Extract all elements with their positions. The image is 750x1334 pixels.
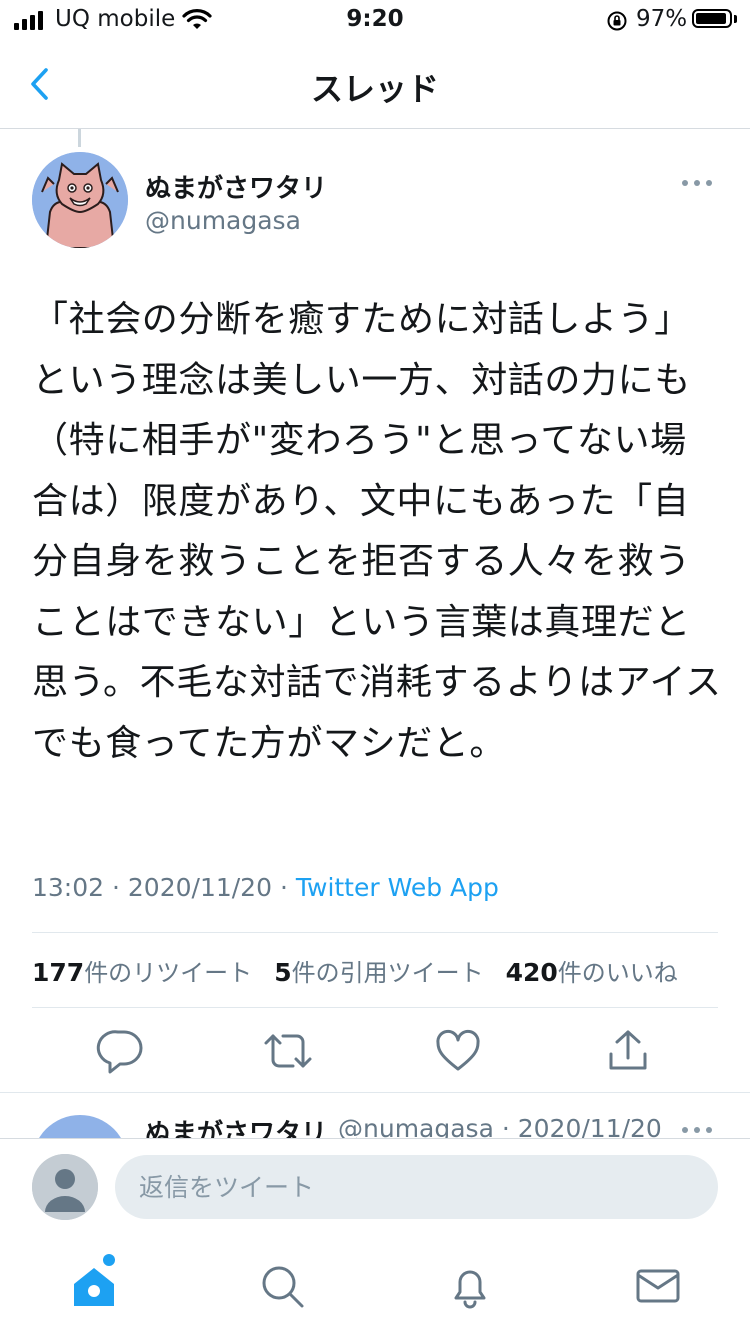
quotes-label: 件の引用ツイート — [291, 959, 484, 987]
orientation-lock-icon — [607, 11, 627, 31]
avatar[interactable] — [32, 1115, 128, 1138]
thread-connector — [78, 129, 81, 147]
reply-input[interactable] — [115, 1155, 718, 1219]
avatar[interactable] — [32, 152, 128, 248]
tweet-text: 「社会の分断を癒すために対話しよう」という理念は美しい一方、対話の力にも（特に相… — [32, 299, 722, 764]
author-name[interactable]: ぬまがさワタリ — [145, 168, 327, 205]
tweet-time: 13:02 — [32, 873, 105, 902]
battery-percent: 97% — [636, 6, 688, 32]
next-author-name: ぬまがさワタリ — [145, 1119, 328, 1138]
author-handle[interactable]: @numagasa — [145, 206, 301, 235]
default-profile-icon — [32, 1154, 98, 1220]
battery-icon — [692, 9, 732, 28]
more-options-icon[interactable] — [682, 180, 712, 186]
next-tweet-meta: @numagasa · 2020/11/20 — [338, 1114, 662, 1138]
tweet-source-link[interactable]: Twitter Web App — [296, 873, 499, 902]
like-icon[interactable] — [433, 1028, 483, 1074]
more-options-icon[interactable] — [682, 1127, 712, 1133]
tweet-meta: 13:02 · 2020/11/20 · Twitter Web App — [32, 873, 499, 902]
meta-separator: · — [112, 873, 120, 902]
messages-icon[interactable] — [634, 1262, 682, 1310]
likes-count: 420 — [505, 958, 558, 987]
battery-tip — [734, 15, 737, 23]
likes-stat[interactable]: 420件のいいね — [506, 953, 678, 988]
quotes-stat[interactable]: 5件の引用ツイート — [274, 953, 483, 988]
reply-icon[interactable] — [96, 1028, 146, 1074]
retweets-label: 件のリツイート — [84, 959, 253, 987]
home-icon[interactable] — [70, 1262, 118, 1310]
retweets-count: 177 — [32, 958, 85, 987]
retweet-icon[interactable] — [263, 1028, 313, 1074]
tweet-stats: 177件のリツイート 5件の引用ツイート 420件のいいね — [32, 953, 678, 988]
tweet-date: 2020/11/20 — [127, 873, 272, 902]
divider — [32, 1007, 718, 1008]
meta-separator: · — [279, 873, 288, 902]
status-bar: UQ mobile 9:20 97% — [0, 0, 750, 40]
quotes-count: 5 — [274, 958, 292, 987]
search-icon[interactable] — [258, 1262, 306, 1310]
nav-bar: スレッド — [0, 40, 750, 129]
notifications-icon[interactable] — [446, 1262, 494, 1310]
user-avatar[interactable] — [32, 1154, 98, 1220]
next-tweet-preview[interactable]: ぬまがさワタリ @numagasa · 2020/11/20 — [0, 1093, 750, 1138]
likes-label: 件のいいね — [557, 959, 678, 987]
retweets-stat[interactable]: 177件のリツイート — [32, 953, 252, 988]
share-icon[interactable] — [603, 1028, 653, 1074]
divider — [32, 932, 718, 933]
cat-character-icon — [32, 152, 128, 248]
page-title: スレッド — [310, 70, 439, 108]
home-notification-dot — [103, 1254, 115, 1266]
